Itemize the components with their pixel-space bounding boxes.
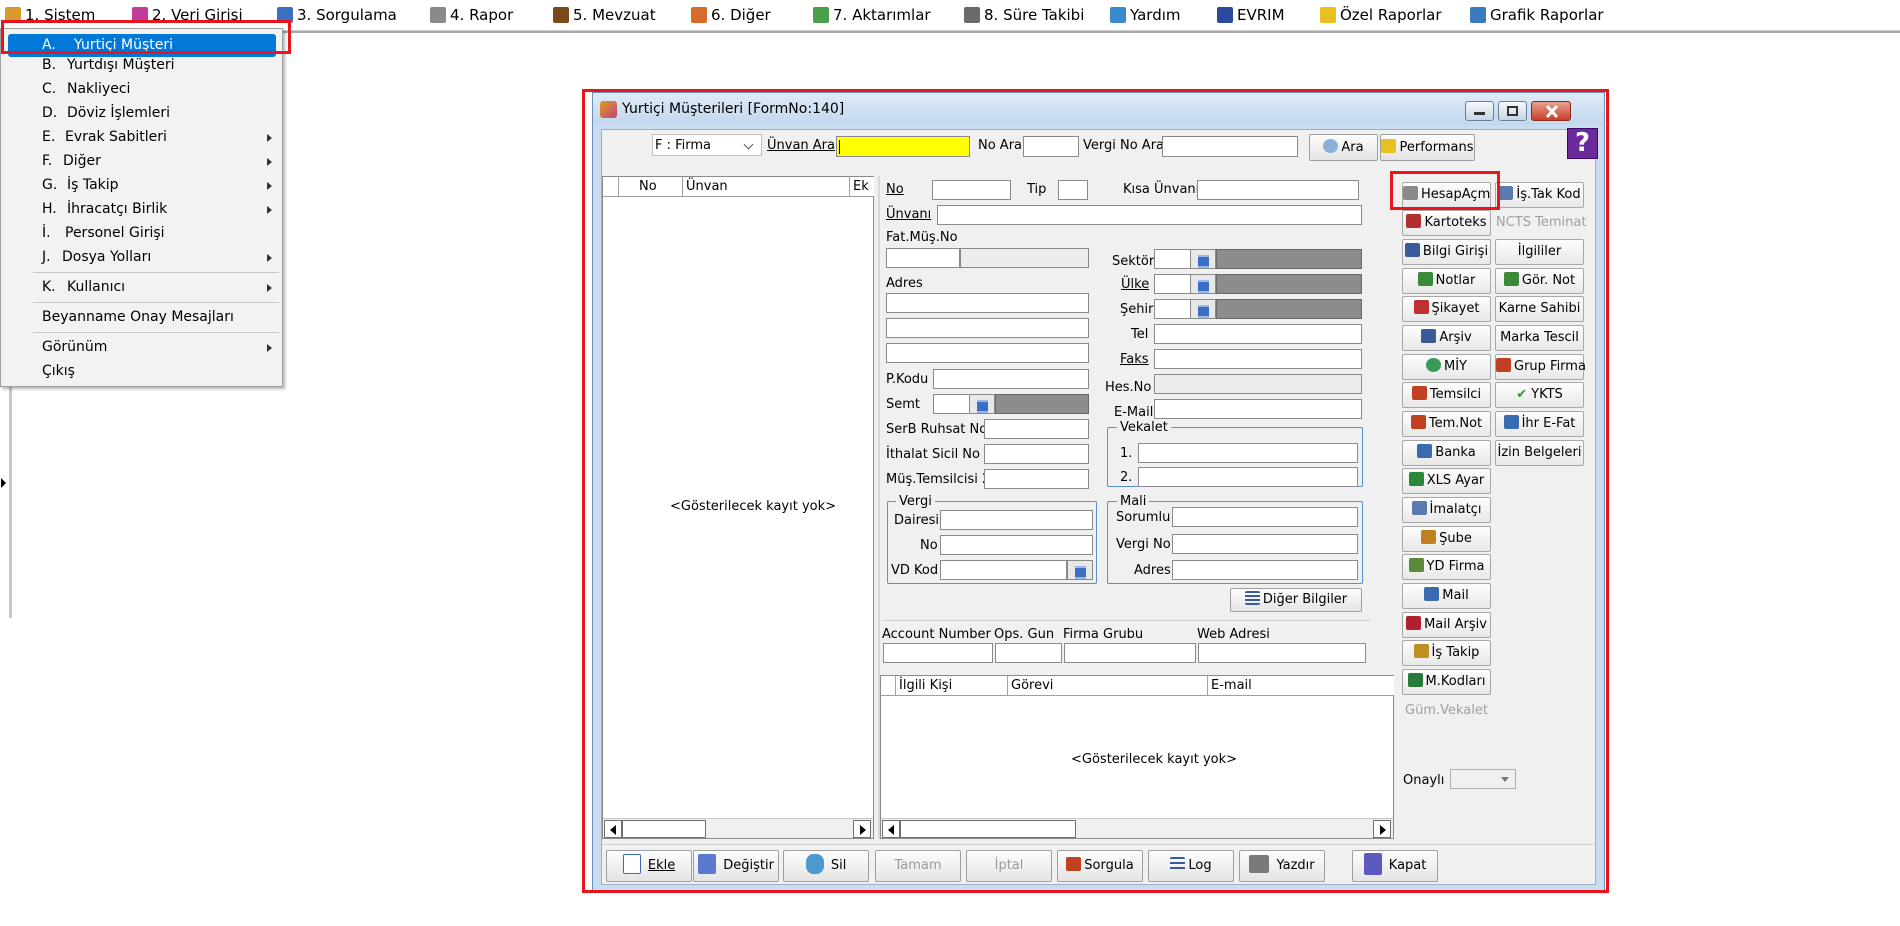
menu-item-beyanname-onay[interactable]: Beyanname Onay Mesajları — [1, 306, 282, 329]
menu-item-doviz-islemleri[interactable]: D. Döviz İşlemleri — [1, 102, 282, 125]
menu-separator — [33, 302, 279, 303]
help-icon — [1110, 7, 1126, 23]
menu-aktarimlar[interactable]: 7. Aktarımlar — [813, 5, 931, 26]
other-icon — [691, 7, 707, 23]
submenu-arrow-icon — [267, 284, 272, 292]
menu-evrim[interactable]: EVRIM — [1217, 5, 1285, 26]
menu-item-gorunum[interactable]: Görünüm — [1, 336, 282, 359]
menu-separator — [33, 272, 279, 273]
menu-rapor[interactable]: 4. Rapor — [430, 5, 513, 26]
menu-yardim[interactable]: Yardım — [1110, 5, 1181, 26]
menu-item-evrak-sabitleri[interactable]: E. Evrak Sabitleri — [1, 126, 282, 149]
submenu-arrow-icon — [267, 254, 272, 262]
star-icon — [1320, 7, 1336, 23]
menu-separator — [33, 332, 279, 333]
menu-item-is-takip[interactable]: G. İş Takip — [1, 174, 282, 197]
menu-item-dosya-yollari[interactable]: J. Dosya Yolları — [1, 246, 282, 269]
menu-item-yurtdisi-musteri[interactable]: B. Yurtdışı Müşteri — [1, 54, 282, 77]
left-edge-chevron-icon[interactable] — [1, 478, 6, 488]
submenu-arrow-icon — [267, 206, 272, 214]
submenu-arrow-icon — [267, 344, 272, 352]
submenu-arrow-icon — [267, 158, 272, 166]
submenu-arrow-icon — [267, 134, 272, 142]
highlight-sistem-menu — [1, 20, 291, 54]
menu-grafik-raporlar[interactable]: Grafik Raporlar — [1470, 5, 1604, 26]
menu-sorgulama[interactable]: 3. Sorgulama — [277, 5, 397, 26]
menu-diger[interactable]: 6. Diğer — [691, 5, 771, 26]
menu-item-cikis[interactable]: Çıkış — [1, 360, 282, 383]
submenu-arrow-icon — [267, 182, 272, 190]
menu-item-kullanici[interactable]: K. Kullanıcı — [1, 276, 282, 299]
sistem-dropdown-menu: A. Yurtiçi Müşteri B. Yurtdışı Müşteri C. N… — [0, 28, 283, 387]
menu-item-nakliyeci[interactable]: C. Nakliyeci — [1, 78, 282, 101]
highlight-hesap-acma-button — [1390, 171, 1500, 210]
menu-sure-takibi[interactable]: 8. Süre Takibi — [964, 5, 1084, 26]
evrim-icon — [1217, 7, 1233, 23]
report-printer-icon — [430, 7, 446, 23]
time-tracking-icon — [964, 7, 980, 23]
menu-mevzuat[interactable]: 5. Mevzuat — [553, 5, 656, 26]
transfer-icon — [813, 7, 829, 23]
menu-item-ihracatci-birlik[interactable]: H. İhracatçı Birlik — [1, 198, 282, 221]
menu-item-diger[interactable]: F. Diğer — [1, 150, 282, 173]
chart-report-icon — [1470, 7, 1486, 23]
menu-ozel-raporlar[interactable]: Özel Raporlar — [1320, 5, 1442, 26]
legislation-icon — [553, 7, 569, 23]
menu-item-personel-girisi[interactable]: İ. Personel Girişi — [1, 222, 282, 245]
